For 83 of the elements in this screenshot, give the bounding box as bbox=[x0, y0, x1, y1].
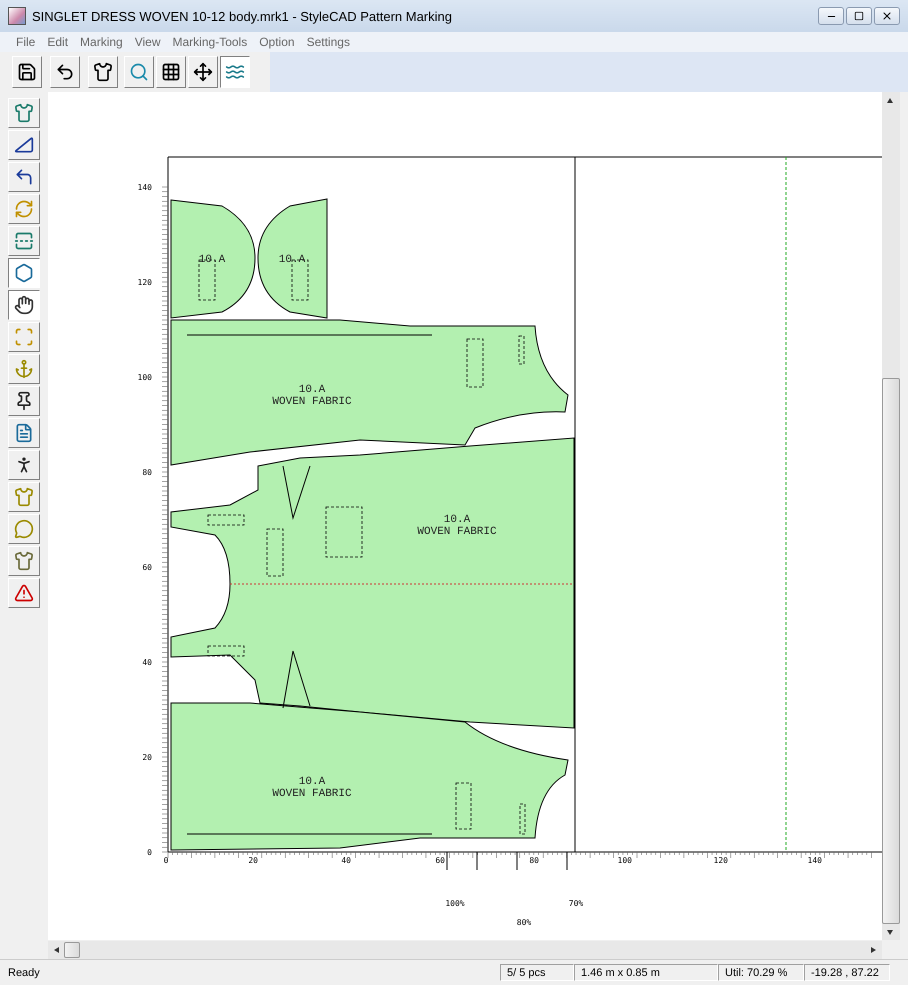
warning-icon bbox=[14, 583, 34, 603]
window-title: SINGLET DRESS WOVEN 10-12 body.mrk1 - StyleCAD Pattern Marking bbox=[32, 8, 453, 24]
hexagon-icon bbox=[14, 263, 34, 283]
ruler-label: 40 bbox=[341, 856, 351, 865]
ruler-label: 0 bbox=[164, 856, 168, 865]
percent-label: 80% bbox=[516, 918, 532, 927]
ruler-label: 140 bbox=[808, 856, 822, 865]
dashed-marking bbox=[520, 804, 526, 834]
pattern-piece[interactable] bbox=[170, 438, 574, 728]
app-icon bbox=[8, 7, 26, 25]
status-field: 5/ 5 pcs bbox=[500, 964, 574, 981]
shirt-icon bbox=[14, 487, 34, 507]
dashed-marking bbox=[456, 782, 472, 830]
menu-item[interactable]: Marking bbox=[74, 35, 129, 49]
status-field: -19.28 , 87.22 bbox=[804, 964, 890, 981]
vertical-scrollbar[interactable] bbox=[882, 92, 900, 940]
rotate-icon bbox=[14, 199, 34, 219]
triangle-icon bbox=[14, 135, 34, 155]
speech-bubble-icon bbox=[14, 519, 34, 539]
ruler-label: 40 bbox=[142, 658, 152, 667]
scroll-left-icon[interactable] bbox=[52, 946, 60, 954]
percent-label: 70% bbox=[568, 899, 584, 908]
undo-icon bbox=[55, 62, 75, 82]
ruler-label: 80 bbox=[529, 856, 539, 865]
ruler-label: 140 bbox=[138, 183, 152, 192]
search-icon bbox=[129, 62, 149, 82]
dashed-marking bbox=[518, 336, 524, 364]
menu-item[interactable]: Edit bbox=[41, 35, 74, 49]
close-button[interactable] bbox=[874, 7, 900, 25]
horizontal-scrollbar[interactable] bbox=[48, 941, 882, 959]
menu-item[interactable]: View bbox=[128, 35, 167, 49]
scroll-thumb[interactable] bbox=[64, 942, 80, 958]
ruler-label: 20 bbox=[142, 753, 152, 762]
pattern-piece[interactable] bbox=[170, 200, 256, 318]
status-field: 1.46 m x 0.85 m bbox=[574, 964, 718, 981]
corner-arrow-icon bbox=[14, 167, 34, 187]
maximize-button[interactable] bbox=[846, 7, 872, 25]
scan-icon bbox=[14, 327, 34, 347]
flip-icon bbox=[14, 231, 34, 251]
scroll-down-icon[interactable] bbox=[886, 928, 894, 936]
menu-item[interactable]: Settings bbox=[300, 35, 356, 49]
dashed-marking bbox=[208, 646, 244, 656]
menu-item[interactable]: File bbox=[10, 35, 42, 49]
hand-icon bbox=[14, 295, 34, 315]
anchor-icon bbox=[14, 359, 34, 379]
ruler-label: 120 bbox=[714, 856, 728, 865]
pattern-piece[interactable] bbox=[170, 702, 568, 850]
shirt-icon bbox=[14, 103, 34, 123]
percent-label: 100% bbox=[445, 899, 465, 908]
status-field: Util: 70.29 % bbox=[718, 964, 804, 981]
move-arrows-icon bbox=[193, 62, 213, 82]
ruler-label: 60 bbox=[142, 563, 152, 572]
dashed-marking bbox=[208, 514, 244, 526]
marker-canvas[interactable]: 140 120 100 80 60 40 20 0 0 20 40 60 80 100 120 140 10.A 10.A 10.A WOVEN FABRIC 10.A WOVEN FABRIC 10.A WOVEN FABRIC 100% 70% 80% bbox=[48, 92, 882, 940]
maximize-icon bbox=[854, 11, 864, 21]
dashed-marking bbox=[326, 506, 362, 558]
ruler-label: 60 bbox=[435, 856, 445, 865]
shirt-icon bbox=[14, 551, 34, 571]
shirt-icon bbox=[93, 62, 113, 82]
document-icon bbox=[14, 423, 34, 443]
ruler-label: 20 bbox=[248, 856, 258, 865]
ruler-label: 120 bbox=[138, 278, 152, 287]
ruler-label: 100 bbox=[618, 856, 632, 865]
ruler-label: 100 bbox=[138, 373, 152, 382]
piece-label: 10.A WOVEN FABRIC bbox=[272, 384, 352, 408]
pattern-piece[interactable] bbox=[258, 198, 328, 318]
dashed-marking bbox=[466, 338, 484, 388]
piece-label: 10.A bbox=[198, 254, 226, 266]
scroll-up-icon[interactable] bbox=[886, 96, 894, 104]
ruler-label: 0 bbox=[147, 848, 152, 857]
scroll-right-icon[interactable] bbox=[870, 946, 878, 954]
status-message: Ready bbox=[7, 966, 41, 978]
dashed-marking bbox=[266, 528, 284, 576]
ruler-label: 80 bbox=[142, 468, 152, 477]
menu-item[interactable]: Marking-Tools bbox=[166, 35, 254, 49]
piece-label: 10.A WOVEN FABRIC bbox=[272, 776, 352, 800]
grid-icon bbox=[161, 62, 181, 82]
tool-button[interactable] bbox=[8, 290, 40, 320]
scroll-thumb[interactable] bbox=[882, 378, 900, 924]
close-icon bbox=[881, 10, 893, 22]
menu-item[interactable]: Option bbox=[253, 35, 301, 49]
piece-label: 10.A bbox=[278, 254, 306, 266]
piece-label: 10.A WOVEN FABRIC bbox=[417, 514, 497, 538]
